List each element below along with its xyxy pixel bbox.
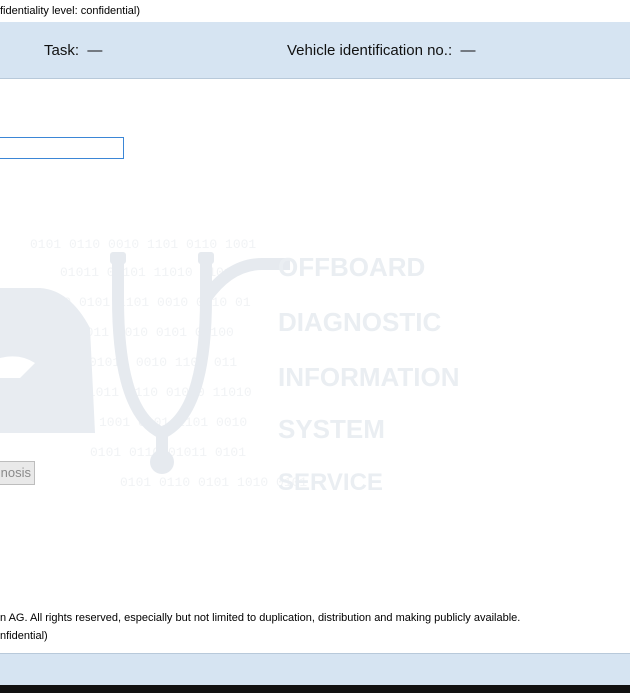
diagnosis-button[interactable]: nosis (0, 461, 35, 485)
text-input[interactable] (0, 137, 124, 159)
footer-bar (0, 653, 630, 685)
vin-info: Vehicle identification no.: — (287, 42, 475, 60)
copyright-text: n AG. All rights reserved, especially bu… (0, 612, 521, 624)
header-bar: Task: — Vehicle identification no.: — (0, 22, 630, 79)
task-info: Task: — (44, 42, 102, 60)
task-label: Task: (44, 42, 80, 59)
taskbar-strip (0, 685, 630, 693)
logo-line-1: OFFBOARD (278, 252, 425, 282)
car-stethoscope-icon: 0101 0110 0010 1101 0110 1001 01011 0010… (0, 237, 460, 496)
svg-text:01011 0110 01010 11010: 01011 0110 01010 11010 (80, 385, 252, 400)
odis-service-logo: 0101 0110 0010 1101 0110 1001 01011 0010… (0, 228, 520, 508)
logo-line-5: SERVICE (278, 469, 383, 496)
logo-line-3: INFORMATION (278, 362, 460, 392)
vin-label: Vehicle identification no.: (287, 42, 453, 59)
logo-line-2: DIAGNOSTIC (278, 307, 441, 337)
svg-text:0101 0110 0010 1101 0110 1001: 0101 0110 0010 1101 0110 1001 (30, 237, 256, 252)
confidentiality-footer-text: nfidential) (0, 630, 48, 642)
confidentiality-note: fidentiality level: confidential) (0, 5, 141, 17)
logo-line-4: SYSTEM (278, 414, 385, 444)
task-value: — (87, 42, 103, 59)
vin-value: — (460, 42, 476, 59)
